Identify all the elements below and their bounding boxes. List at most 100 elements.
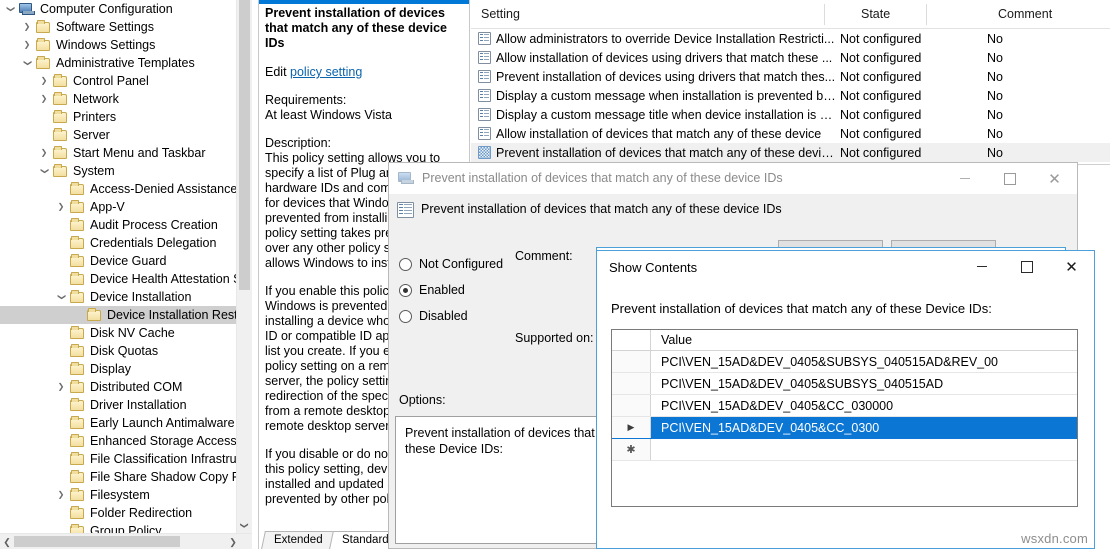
scroll-down-icon[interactable]	[237, 517, 252, 533]
row-selector[interactable]	[612, 373, 651, 394]
tree-item-device-installation[interactable]: Device Installation	[0, 288, 236, 306]
settings-list-row[interactable]: Display a custom message when installati…	[471, 86, 1110, 105]
tree-item-device-health-attestation-s[interactable]: Device Health Attestation S	[0, 270, 236, 288]
grid-row[interactable]: PCI\VEN_15AD&DEV_0405&CC_030000	[612, 395, 1077, 417]
column-separator-1[interactable]	[824, 4, 825, 25]
show-contents-titlebar[interactable]: Show Contents	[597, 251, 1094, 283]
row-selector[interactable]	[612, 351, 651, 372]
grid-rows[interactable]: PCI\VEN_15AD&DEV_0405&SUBSYS_040515AD&RE…	[612, 351, 1077, 461]
minimize-icon[interactable]	[942, 163, 987, 194]
tab-extended[interactable]: Extended	[261, 531, 333, 549]
chevron-right-icon[interactable]	[19, 37, 35, 53]
column-header-comment[interactable]: Comment	[998, 7, 1052, 21]
maximize-icon[interactable]	[987, 163, 1032, 194]
tree-item-administrative-templates[interactable]: Administrative Templates	[0, 54, 236, 72]
column-header-state[interactable]: State	[861, 7, 890, 21]
tree-horizontal-scrollbar[interactable]: ❮ ❯	[0, 533, 252, 549]
tree-item-folder-redirection[interactable]: Folder Redirection	[0, 504, 236, 522]
device-ids-grid[interactable]: Value PCI\VEN_15AD&DEV_0405&SUBSYS_04051…	[611, 329, 1078, 507]
tree-item-credentials-delegation[interactable]: Credentials Delegation	[0, 234, 236, 252]
tree-item-computer-configuration[interactable]: Computer Configuration	[0, 0, 236, 18]
column-header-setting[interactable]: Setting	[481, 7, 520, 21]
chevron-right-icon[interactable]	[36, 91, 52, 107]
device-id-value[interactable]: PCI\VEN_15AD&DEV_0405&CC_0300	[651, 417, 1077, 438]
minimize-icon[interactable]	[959, 251, 1004, 282]
folder-icon	[69, 182, 86, 196]
description-view-tabs[interactable]: ExtendedStandard	[263, 531, 396, 549]
chevron-right-icon[interactable]	[53, 199, 69, 215]
device-id-value[interactable]: PCI\VEN_15AD&DEV_0405&SUBSYS_040515AD	[651, 377, 1077, 391]
tree-item-driver-installation[interactable]: Driver Installation	[0, 396, 236, 414]
chevron-right-icon[interactable]	[36, 145, 52, 161]
chevron-down-icon[interactable]	[19, 55, 35, 71]
chevron-right-icon[interactable]	[36, 73, 52, 89]
row-selector[interactable]	[612, 395, 651, 416]
tree-item-device-guard[interactable]: Device Guard	[0, 252, 236, 270]
tree-item-app-v[interactable]: App-V	[0, 198, 236, 216]
grid-row[interactable]: PCI\VEN_15AD&DEV_0405&SUBSYS_040515AD	[612, 373, 1077, 395]
grid-row[interactable]: PCI\VEN_15AD&DEV_0405&SUBSYS_040515AD&RE…	[612, 351, 1077, 373]
tree-item-enhanced-storage-access[interactable]: Enhanced Storage Access	[0, 432, 236, 450]
chevron-down-icon[interactable]	[53, 289, 69, 305]
row-current-marker-icon[interactable]: ▶	[612, 417, 651, 438]
grid-row[interactable]: ▶PCI\VEN_15AD&DEV_0405&CC_0300	[612, 417, 1077, 439]
tree-item-early-launch-antimalware[interactable]: Early Launch Antimalware	[0, 414, 236, 432]
navigation-tree[interactable]: Computer ConfigurationSoftware SettingsW…	[0, 0, 236, 540]
tree-item-start-menu-and-taskbar[interactable]: Start Menu and Taskbar	[0, 144, 236, 162]
tree-item-disk-nv-cache[interactable]: Disk NV Cache	[0, 324, 236, 342]
settings-list-rows[interactable]: Allow administrators to override Device …	[471, 29, 1110, 162]
close-icon[interactable]	[1049, 251, 1094, 282]
radio-disabled[interactable]: Disabled	[399, 303, 503, 329]
settings-list-row[interactable]: Prevent installation of devices using dr…	[471, 67, 1110, 86]
tree-item-display[interactable]: Display	[0, 360, 236, 378]
tree-item-audit-process-creation[interactable]: Audit Process Creation	[0, 216, 236, 234]
grid-column-header-value[interactable]: Value	[651, 330, 1077, 350]
settings-list-row[interactable]: Prevent installation of devices that mat…	[471, 143, 1110, 162]
radio-not-configured[interactable]: Not Configured	[399, 251, 503, 277]
radio-button-icon[interactable]	[399, 284, 412, 297]
tree-item-system[interactable]: System	[0, 162, 236, 180]
policy-dialog-titlebar[interactable]: Prevent installation of devices that mat…	[389, 163, 1077, 194]
settings-list-row[interactable]: Allow installation of devices using driv…	[471, 48, 1110, 67]
tree-item-filesystem[interactable]: Filesystem	[0, 486, 236, 504]
device-id-value[interactable]: PCI\VEN_15AD&DEV_0405&SUBSYS_040515AD&RE…	[651, 355, 1077, 369]
chevron-right-icon[interactable]	[53, 379, 69, 395]
tree-vertical-scroll-thumb[interactable]	[239, 0, 250, 290]
tree-item-file-share-shadow-copy-pro[interactable]: File Share Shadow Copy Pro	[0, 468, 236, 486]
close-icon[interactable]	[1032, 163, 1077, 194]
tree-item-device-installation-restri[interactable]: Device Installation Restri	[0, 306, 236, 324]
chevron-down-icon[interactable]	[2, 1, 18, 17]
tree-item-control-panel[interactable]: Control Panel	[0, 72, 236, 90]
tree-item-software-settings[interactable]: Software Settings	[0, 18, 236, 36]
maximize-icon[interactable]	[1004, 251, 1049, 282]
tree-item-printers[interactable]: Printers	[0, 108, 236, 126]
policy-state-radio-group[interactable]: Not Configured EnabledDisabled	[399, 251, 503, 329]
settings-list-row[interactable]: Allow administrators to override Device …	[471, 29, 1110, 48]
tree-item-access-denied-assistance[interactable]: Access-Denied Assistance	[0, 180, 236, 198]
tree-vertical-scrollbar[interactable]	[236, 0, 252, 533]
tree-item-disk-quotas[interactable]: Disk Quotas	[0, 342, 236, 360]
chevron-right-icon[interactable]	[19, 19, 35, 35]
chevron-down-icon[interactable]	[36, 163, 52, 179]
show-contents-dialog[interactable]: Show Contents Prevent installation of de…	[596, 250, 1095, 549]
device-id-value[interactable]: PCI\VEN_15AD&DEV_0405&CC_030000	[651, 399, 1077, 413]
radio-button-icon[interactable]	[399, 258, 412, 271]
radio-label: Not Configured	[419, 257, 503, 271]
grid-new-row[interactable]: ✱	[612, 439, 1077, 461]
tree-item-file-classification-infrastruc[interactable]: File Classification Infrastruc	[0, 450, 236, 468]
scroll-right-icon[interactable]: ❯	[226, 534, 240, 549]
tree-horizontal-scroll-thumb[interactable]	[14, 536, 180, 547]
tree-item-distributed-com[interactable]: Distributed COM	[0, 378, 236, 396]
column-separator-2[interactable]	[926, 4, 927, 25]
radio-button-icon[interactable]	[399, 310, 412, 323]
policy-setting-link[interactable]: policy setting	[290, 65, 362, 79]
chevron-right-icon[interactable]	[53, 487, 69, 503]
radio-enabled[interactable]: Enabled	[399, 277, 503, 303]
tree-item-windows-settings[interactable]: Windows Settings	[0, 36, 236, 54]
settings-list-row[interactable]: Display a custom message title when devi…	[471, 105, 1110, 124]
tree-item-server[interactable]: Server	[0, 126, 236, 144]
settings-list-row[interactable]: Allow installation of devices that match…	[471, 124, 1110, 143]
tree-item-network[interactable]: Network	[0, 90, 236, 108]
row-new-marker-icon[interactable]: ✱	[612, 439, 651, 460]
scroll-left-icon[interactable]: ❮	[0, 534, 14, 549]
